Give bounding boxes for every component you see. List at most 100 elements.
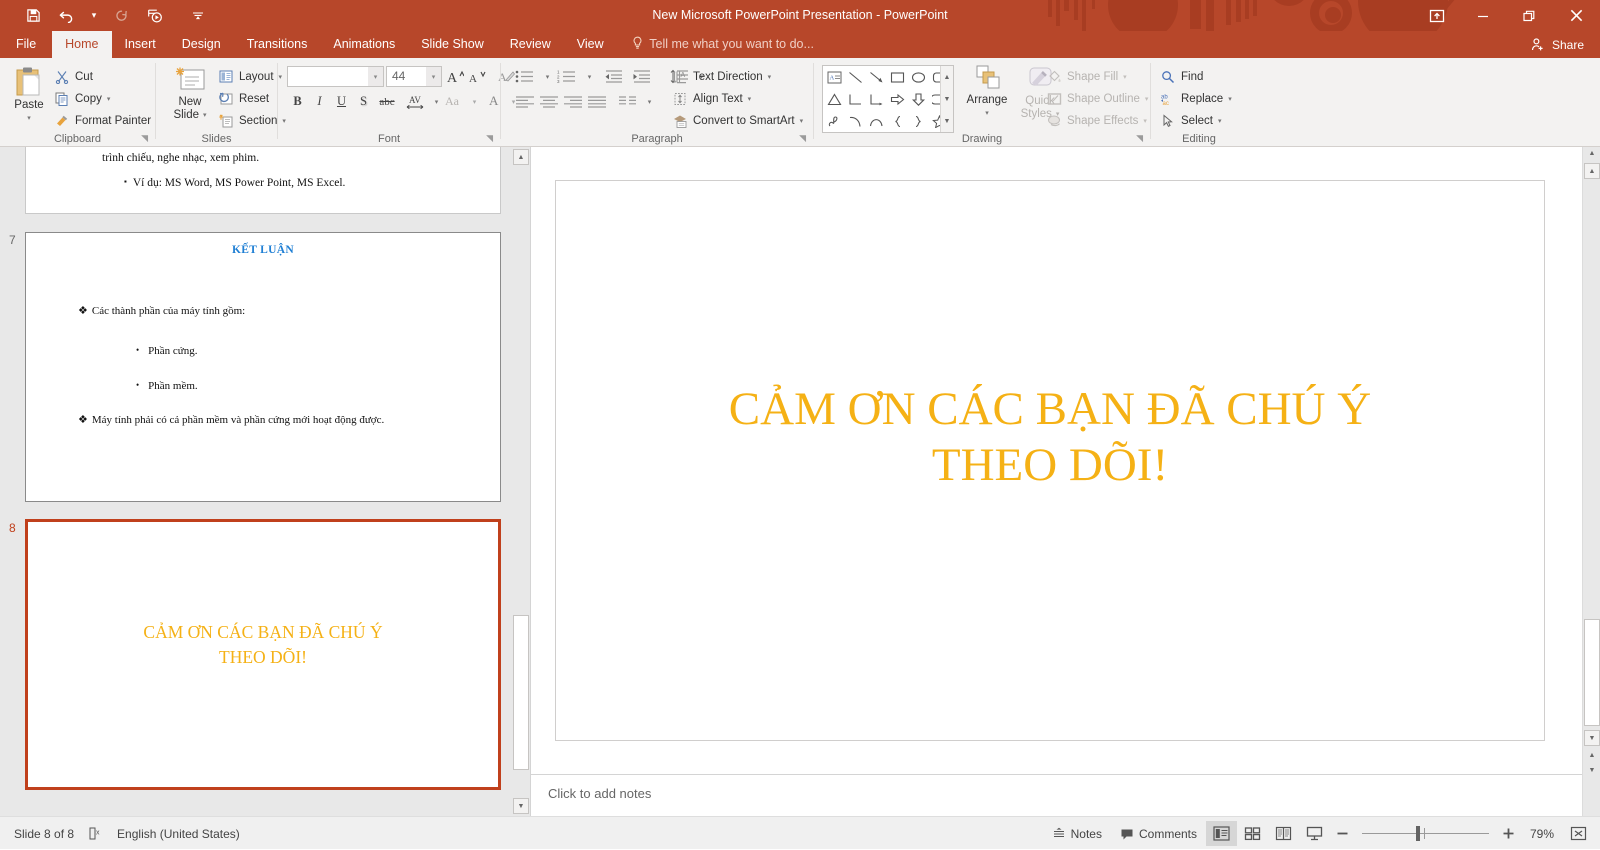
shape-fill-dropdown-icon[interactable]: ▾ bbox=[1123, 73, 1127, 81]
shape-effects-row[interactable]: Shape Effects ▾ bbox=[1047, 110, 1147, 131]
clipboard-dialog-launcher[interactable]: ◥ bbox=[141, 133, 148, 144]
slide-scroll-next-icon[interactable]: ▼ bbox=[1584, 764, 1600, 777]
tab-transitions[interactable]: Transitions bbox=[234, 31, 321, 58]
tab-file[interactable]: File bbox=[0, 31, 52, 58]
spell-check-icon[interactable]: x bbox=[88, 826, 103, 841]
tab-animations[interactable]: Animations bbox=[320, 31, 408, 58]
text-direction-dropdown-icon[interactable]: ▾ bbox=[768, 73, 772, 81]
columns-dropdown-icon[interactable]: ▾ bbox=[639, 91, 660, 112]
shape-effects-dropdown-icon[interactable]: ▾ bbox=[1143, 117, 1147, 125]
justify-button[interactable] bbox=[583, 91, 611, 112]
thumbnail-slide-partial[interactable]: trình chiếu, nghe nhạc, xem phim. ▪ Ví dụ… bbox=[25, 147, 501, 214]
shapes-gallery-scrollbar[interactable]: ▲ ▼ ▼ bbox=[940, 66, 953, 132]
thumbnail-scroll-up-icon[interactable]: ▲ bbox=[513, 149, 529, 165]
format-painter-button[interactable]: Format Painter bbox=[55, 110, 151, 131]
new-slide-button[interactable]: New Slide ▾ bbox=[164, 66, 216, 122]
font-dialog-launcher[interactable]: ◥ bbox=[486, 133, 493, 144]
change-case-dropdown-icon[interactable]: ▾ bbox=[464, 91, 485, 112]
align-text-row[interactable]: Align Text ▾ bbox=[673, 88, 751, 109]
shape-line[interactable] bbox=[845, 67, 866, 88]
slide-counter[interactable]: Slide 8 of 8 bbox=[14, 827, 74, 841]
minimize-icon[interactable] bbox=[1460, 0, 1506, 31]
reset-button[interactable]: Reset bbox=[219, 88, 269, 109]
tell-me-search[interactable]: Tell me what you want to do... bbox=[628, 31, 814, 58]
thumbnail-scroll-down-icon[interactable]: ▼ bbox=[513, 798, 529, 814]
tab-design[interactable]: Design bbox=[169, 31, 234, 58]
columns-button[interactable] bbox=[614, 91, 642, 112]
slide-scroll-down-icon[interactable]: ▼ bbox=[1584, 730, 1600, 746]
arrange-dropdown-icon[interactable]: ▾ bbox=[985, 107, 989, 120]
slide-scroll-top-icon[interactable]: ▲ bbox=[1584, 147, 1600, 160]
copy-dropdown-icon[interactable]: ▾ bbox=[107, 95, 111, 103]
slide-title-placeholder[interactable]: CẢM ƠN CÁC BẠN ĐÃ CHÚ Ý THEO DÕI! bbox=[618, 381, 1482, 493]
share-button[interactable]: Share bbox=[1523, 35, 1592, 55]
shape-right-arrow[interactable] bbox=[887, 89, 908, 110]
replace-button[interactable]: ab ac Replace ▾ bbox=[1161, 88, 1232, 109]
current-slide[interactable]: CẢM ƠN CÁC BẠN ĐÃ CHÚ Ý THEO DÕI! bbox=[555, 180, 1545, 741]
slide-pane-scrollbar[interactable]: ▲ ▲ ▼ ▲ ▼ bbox=[1582, 147, 1600, 816]
font-name-dropdown-icon[interactable]: ▾ bbox=[368, 67, 383, 86]
increase-font-size-button[interactable]: A bbox=[445, 66, 466, 87]
zoom-in-button[interactable] bbox=[1496, 821, 1521, 846]
tab-insert[interactable]: Insert bbox=[112, 31, 169, 58]
select-dropdown-icon[interactable]: ▾ bbox=[1218, 117, 1222, 125]
shape-oval[interactable] bbox=[908, 67, 929, 88]
align-text-dropdown-icon[interactable]: ▾ bbox=[748, 95, 752, 103]
replace-dropdown-icon[interactable]: ▾ bbox=[1228, 95, 1232, 103]
font-size-combobox[interactable]: 44 ▾ bbox=[386, 66, 442, 87]
shape-left-brace[interactable] bbox=[887, 111, 908, 132]
shape-outline-dropdown-icon[interactable]: ▾ bbox=[1145, 95, 1149, 103]
undo-icon[interactable] bbox=[50, 3, 84, 29]
tab-view[interactable]: View bbox=[564, 31, 617, 58]
tab-review[interactable]: Review bbox=[497, 31, 564, 58]
start-presentation-icon[interactable] bbox=[138, 3, 172, 29]
shapes-gallery-more-icon[interactable]: ▼ bbox=[941, 111, 953, 132]
thumbnail-pane-scrollbar[interactable]: ▲ ▼ bbox=[512, 147, 530, 816]
tab-slide-show[interactable]: Slide Show bbox=[408, 31, 497, 58]
drawing-dialog-launcher[interactable]: ◥ bbox=[1136, 133, 1143, 144]
shapes-scroll-up-icon[interactable]: ▲ bbox=[941, 67, 953, 88]
slide-show-view-button[interactable] bbox=[1299, 821, 1330, 846]
zoom-slider[interactable] bbox=[1362, 821, 1489, 846]
slide-scroll-thumb[interactable] bbox=[1584, 619, 1600, 726]
shape-textbox[interactable]: A bbox=[824, 67, 845, 88]
fit-slide-to-window-button[interactable] bbox=[1563, 821, 1594, 846]
ribbon-display-options-icon[interactable] bbox=[1414, 0, 1460, 31]
close-icon[interactable] bbox=[1552, 0, 1600, 31]
thumbnail-slide-8[interactable]: CẢM ƠN CÁC BẠN ĐÃ CHÚ Ý THEO DÕI! bbox=[25, 519, 501, 790]
shape-fill-row[interactable]: Shape Fill ▾ bbox=[1047, 66, 1127, 87]
notes-pane[interactable]: Click to add notes bbox=[531, 774, 1582, 816]
cut-button[interactable]: Cut bbox=[55, 66, 93, 87]
copy-button[interactable]: Copy ▾ bbox=[55, 88, 110, 109]
arrange-button[interactable]: Arrange ▾ bbox=[960, 64, 1014, 120]
zoom-out-button[interactable] bbox=[1330, 821, 1355, 846]
thumbnail-slide-7[interactable]: KẾT LUẬN ❖ Các thành phần của máy tính gồ… bbox=[25, 232, 501, 502]
numbering-dropdown-icon[interactable]: ▾ bbox=[579, 66, 600, 87]
normal-view-button[interactable] bbox=[1206, 821, 1237, 846]
shape-elbow-arrow-connector[interactable] bbox=[866, 89, 887, 110]
shape-arc[interactable] bbox=[866, 111, 887, 132]
shape-outline-row[interactable]: Shape Outline ▾ bbox=[1047, 88, 1148, 109]
slide-thumbnail-pane[interactable]: trình chiếu, nghe nhạc, xem phim. ▪ Ví dụ… bbox=[0, 147, 512, 816]
shape-arrow[interactable] bbox=[866, 67, 887, 88]
decrease-font-size-button[interactable]: A bbox=[467, 66, 488, 87]
smartart-dropdown-icon[interactable]: ▾ bbox=[800, 117, 804, 125]
tab-home[interactable]: Home bbox=[52, 31, 112, 58]
undo-dropdown-icon[interactable]: ▾ bbox=[84, 3, 104, 29]
font-size-dropdown-icon[interactable]: ▾ bbox=[426, 67, 441, 86]
zoom-slider-handle[interactable] bbox=[1416, 826, 1420, 841]
slide-scroll-up-icon[interactable]: ▲ bbox=[1584, 163, 1600, 179]
save-icon[interactable] bbox=[16, 3, 50, 29]
numbering-button[interactable]: 123 bbox=[553, 66, 581, 87]
font-name-combobox[interactable]: ▾ bbox=[287, 66, 384, 87]
comments-toggle-button[interactable]: Comments bbox=[1111, 821, 1206, 846]
shape-right-brace[interactable] bbox=[908, 111, 929, 132]
convert-to-smartart-row[interactable]: Convert to SmartArt ▾ bbox=[673, 110, 803, 131]
shape-scribble[interactable] bbox=[824, 111, 845, 132]
shapes-scroll-down-icon[interactable]: ▼ bbox=[941, 89, 953, 110]
decrease-indent-button[interactable] bbox=[600, 66, 628, 87]
notes-toggle-button[interactable]: Notes bbox=[1043, 821, 1111, 846]
section-button[interactable]: Section ▾ bbox=[219, 110, 286, 131]
language-indicator[interactable]: English (United States) bbox=[117, 827, 240, 841]
new-slide-dropdown-icon[interactable]: ▾ bbox=[203, 109, 207, 122]
